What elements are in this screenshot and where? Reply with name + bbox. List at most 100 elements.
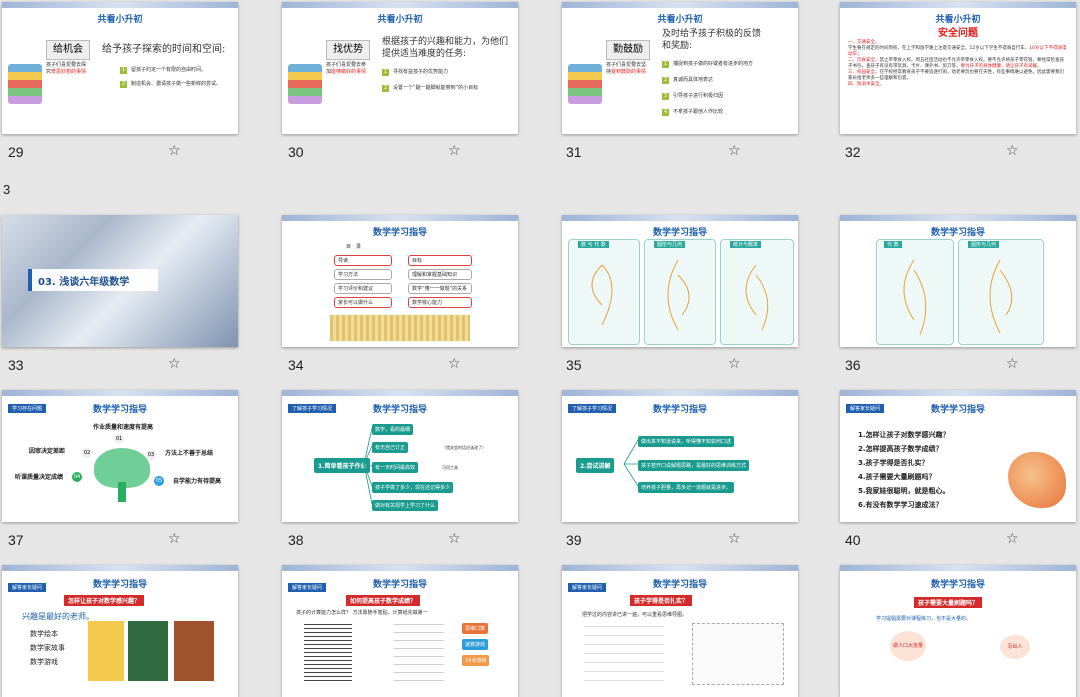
list-item: 4 不拿孩子跟他人作比较 <box>662 109 724 116</box>
slide-header-bar <box>562 565 798 571</box>
list-item: 2 真诚而具体地表达 <box>662 77 714 84</box>
star-icon[interactable]: ☆ <box>168 357 181 371</box>
slide-number: 30 <box>288 144 304 160</box>
tool-chip: 速算游戏 <box>462 639 489 650</box>
section-title: 03. 浅谈六年级数学 <box>38 277 130 288</box>
blue-accent-bar <box>28 269 32 291</box>
list-item: 数学游戏 <box>30 658 58 666</box>
star-icon[interactable]: ☆ <box>448 144 461 158</box>
star-icon[interactable]: ☆ <box>168 532 181 546</box>
slide-header-bar <box>840 2 1076 8</box>
branch-note: 可用工具 <box>442 465 458 470</box>
slide-thumbnail-43[interactable]: 解答家长疑问 数学学习指导 孩子学得是否扎实？ 把学过的内容讲已讲一遍，可以重看… <box>562 565 798 697</box>
star-icon[interactable]: ☆ <box>728 357 741 371</box>
toc-item[interactable]: 家长可以做什么 <box>334 297 392 308</box>
children-illustration <box>1008 452 1066 508</box>
badge: 找优势 <box>326 40 370 60</box>
star-icon[interactable]: ☆ <box>1006 357 1019 371</box>
lead-text: 学习提倡需要对课程练习，也不是大量的。 <box>876 616 972 622</box>
star-icon[interactable]: ☆ <box>1006 532 1019 546</box>
slide-header-bar <box>2 390 238 396</box>
book-image <box>128 621 168 681</box>
wheat-field-illustration <box>330 315 470 341</box>
branch-node: 孩子学做了多少，现在还记得多少 <box>372 482 454 493</box>
problem-label: 自学能力有待提高 <box>170 474 225 487</box>
mindmap-image <box>692 623 784 685</box>
slide-title: 共看小升初 <box>657 15 703 25</box>
slide-thumbnail-39[interactable]: 了解孩子学习情况 数学学习指导 2.尝试讲解 做出来不知道说来，听得懂不知如何口… <box>562 390 798 522</box>
toc-item[interactable]: 学习方法 <box>334 269 392 280</box>
branch-node: 做出来不知道说来，听得懂不知如何口述 <box>638 436 735 447</box>
slide-thumbnail-37[interactable]: 学习存在问题 数学学习指导 作业质量和速度有提高 因审决定差距 方法上不善于总结… <box>2 390 238 522</box>
lead-text: 把学过的内容讲已讲一遍，可以重看思维导图。 <box>582 612 688 618</box>
star-icon[interactable]: ☆ <box>1006 144 1019 158</box>
slide-header-bar <box>2 565 238 571</box>
list-item: 数学家故事 <box>30 644 65 652</box>
star-icon[interactable]: ☆ <box>168 144 181 158</box>
slide-thumbnail-44[interactable]: 数学学习指导 孩子需要大量刷题吗？ 学习提倡需要对课程练习，也不是大量的。 做人… <box>840 565 1076 697</box>
slide-number: 33 <box>8 357 24 373</box>
slide-thumbnail-30[interactable]: 共看小升初 找优势 孩子们喜爱要去参加能够做好的事情 根据孩子的兴趣和能力，为他… <box>282 2 518 134</box>
side-note: 孩子们喜爱要去参加能够做好的事情 <box>326 62 367 75</box>
slide-thumbnail-36[interactable]: 数学学习指导 代 数 图形与几何 <box>840 215 1076 347</box>
tree-trunk <box>118 482 126 502</box>
slide-header-bar <box>840 390 1076 396</box>
lead-text: 孩子的计算能力怎么样？ 方法靠随手笔贴，计算纸先做第一 <box>296 610 428 616</box>
slide-header-bar <box>562 2 798 8</box>
slide-thumbnail-33[interactable]: 03. 浅谈六年级数学 <box>2 215 238 347</box>
slide-title: 数学学习指导 <box>930 580 985 590</box>
question-item: 2.怎样提高孩子数学成绩？ <box>858 445 943 453</box>
question-banner: 如何提高孩子数学成绩？ <box>346 595 421 606</box>
branch-node: 数学，看的最细 <box>372 424 414 435</box>
toc-item[interactable]: 数学核心能力 <box>408 297 472 308</box>
slide-heading: 根据孩子的兴趣和能力，为他们提供适当难度的任务: <box>382 37 509 59</box>
number-circle: 01 <box>114 434 124 444</box>
slide-number: 37 <box>8 532 24 548</box>
branch-node: 做对有关现学上学习了什么 <box>372 500 439 511</box>
slide-title: 数学学习指导 <box>930 405 985 415</box>
slide-header-bar <box>282 215 518 221</box>
section-header[interactable]: 3 <box>3 182 10 197</box>
badge: 给机会 <box>46 40 90 60</box>
question-banner: 怎样让孩子对数学感兴趣？ <box>64 595 145 606</box>
book-image <box>88 621 124 681</box>
menu-title: 目 录 <box>346 244 362 250</box>
star-icon[interactable]: ☆ <box>728 532 741 546</box>
slide-number: 35 <box>566 357 582 373</box>
number-circle: 05 <box>154 476 164 486</box>
problem-label: 作业质量和速度有提高 <box>90 420 157 433</box>
toc-item[interactable]: 导读 <box>334 255 392 266</box>
problem-label: 方法上不善于总结 <box>162 446 217 459</box>
slide-thumbnail-31[interactable]: 共看小升初 勤鼓励 孩子们喜爱要去坚持受到鼓励的事情 及时给予孩子积极的反馈和奖… <box>562 2 798 134</box>
star-icon[interactable]: ☆ <box>448 532 461 546</box>
question-item: 4.孩子需要大量刷题吗？ <box>858 473 936 481</box>
question-item: 1.怎样让孩子对数学感兴趣？ <box>858 431 950 439</box>
question-item: 6.有没有数学学习速成法？ <box>858 501 943 509</box>
slide-thumbnail-41[interactable]: 解答家长疑问 数学学习指导 怎样让孩子对数学感兴趣？ 兴趣是最好的老师。 数学绘… <box>2 565 238 697</box>
mindmap-lines <box>591 259 769 331</box>
toc-item[interactable]: 理解和掌握基础知识 <box>408 269 472 280</box>
toc-item[interactable]: 数学“懂一一做题”的关系 <box>408 283 472 294</box>
books-illustration <box>288 64 322 104</box>
calc-list <box>394 621 444 681</box>
slide-thumbnail-29[interactable]: 共看小升初 给机会 孩子们喜爱要去探究奇思妙想的事情 给予孩子探索的时间和空间:… <box>2 2 238 134</box>
safety-text: 一、交通安全。 学生要在规定的时间到校，在上学和放学路上注意交通安全。12岁以下… <box>848 40 1067 87</box>
tool-chip: 24点游戏 <box>462 655 490 666</box>
list-item: 数学绘本 <box>30 630 58 638</box>
list-item: 1 寻找有益孩子的优势能力 <box>382 69 449 76</box>
slide-number: 29 <box>8 144 24 160</box>
star-icon[interactable]: ☆ <box>448 357 461 371</box>
slide-thumbnail-38[interactable]: 了解孩子学习情况 数学学习指导 1.简单看孩子作业 数学，看的最细 有无自己订正… <box>282 390 518 522</box>
slide-thumbnail-42[interactable]: 解答家长疑问 数学学习指导 如何提高孩子数学成绩？ 孩子的计算能力怎么样？ 方法… <box>282 565 518 697</box>
speech-bubble: 写出人 <box>1000 635 1030 659</box>
branch-node: 孩子若开口说解题思路，是最好的思维训练方式 <box>638 460 750 471</box>
slide-thumbnail-35[interactable]: 数学学习指导 数 与 代 数 图形与几何 统计与概率 <box>562 215 798 347</box>
slide-thumbnail-34[interactable]: 数学学习指导 目 录 导读 学习方法 学习评价和建议 家长可以做什么 目标 理解… <box>282 215 518 347</box>
slide-thumbnail-40[interactable]: 解答家长疑问 数学学习指导 1.怎样让孩子对数学感兴趣？ 2.怎样提高孩子数学成… <box>840 390 1076 522</box>
toc-item[interactable]: 目标 <box>408 255 472 266</box>
toc-item[interactable]: 学习评价和建议 <box>334 283 392 294</box>
slide-number: 32 <box>845 144 861 160</box>
slide-thumbnail-32[interactable]: 共看小升初 安全问题 一、交通安全。 学生要在规定的时间到校，在上学和放学路上注… <box>840 2 1076 134</box>
slide-title: 数学学习指导 <box>372 580 427 590</box>
star-icon[interactable]: ☆ <box>728 144 741 158</box>
